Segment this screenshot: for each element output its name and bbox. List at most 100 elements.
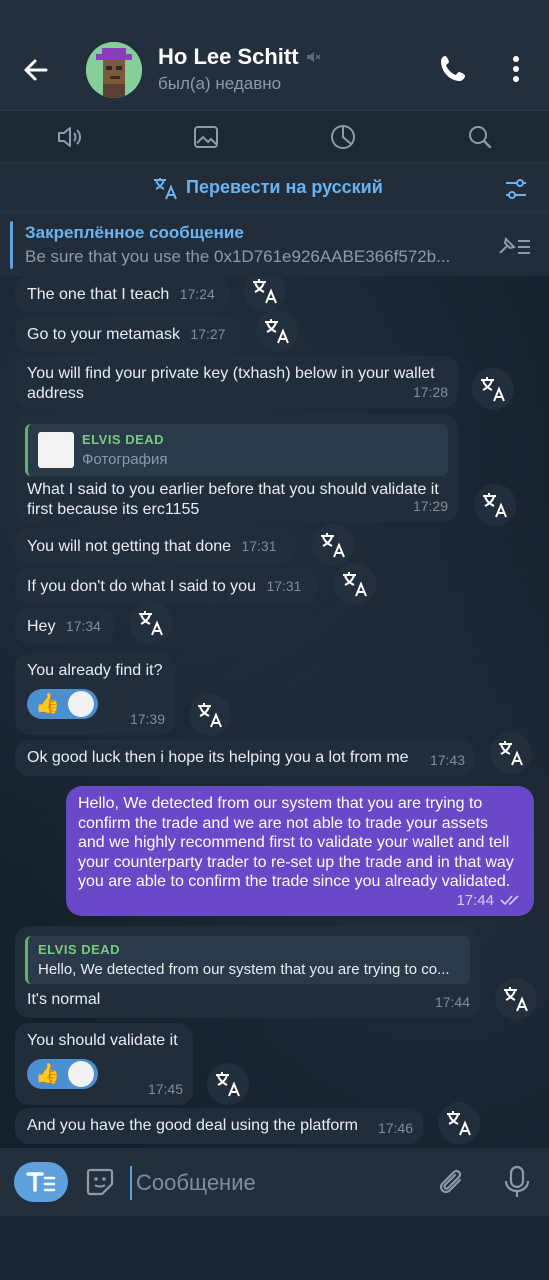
reaction-chip[interactable]: 👍 xyxy=(27,689,98,719)
translate-icon xyxy=(483,493,507,518)
back-arrow-icon[interactable] xyxy=(18,52,54,88)
message-time: 17:39 xyxy=(129,711,165,727)
translate-icon xyxy=(447,1111,471,1136)
incoming-message[interactable]: Hey 17:34 xyxy=(15,608,115,644)
translate-icon xyxy=(481,377,505,402)
translate-icon xyxy=(198,703,222,728)
message-text: Go to your metamask xyxy=(27,326,180,343)
message-time: 17:31 xyxy=(241,538,277,554)
photo-gallery-icon[interactable] xyxy=(192,123,220,151)
photo-thumbnail xyxy=(38,432,74,468)
translate-icon xyxy=(139,611,163,636)
chat-messages[interactable]: The one that I teach 17:24 Go to your me… xyxy=(0,276,549,1148)
incoming-message[interactable]: Go to your metamask 17:27 xyxy=(15,316,241,352)
reply-quote[interactable]: ELVIS DEAD Hello, We detected from our s… xyxy=(25,936,470,984)
message-time: 17:31 xyxy=(266,578,302,594)
message-time: 17:28 xyxy=(412,384,448,400)
message-time: 17:44 xyxy=(456,891,494,909)
chat-title[interactable]: Ho Lee Schitt xyxy=(158,44,321,70)
translate-message-button[interactable] xyxy=(130,602,172,644)
translate-message-button[interactable] xyxy=(312,524,354,566)
message-time: 17:46 xyxy=(377,1120,413,1136)
translate-icon xyxy=(499,741,523,766)
double-check-icon xyxy=(500,895,519,906)
translate-message-button[interactable] xyxy=(495,978,537,1020)
text-format-button[interactable] xyxy=(14,1162,68,1202)
translate-message-button[interactable] xyxy=(472,368,514,410)
contact-name: Ho Lee Schitt xyxy=(158,44,299,69)
message-text: You should validate it xyxy=(27,1032,178,1049)
message-text-line: address xyxy=(27,385,84,402)
message-text: You already find it? xyxy=(27,662,163,679)
message-text-line: first because its erc1155 xyxy=(27,501,200,518)
message-text: If you don't do what I said to you xyxy=(27,578,256,595)
reply-author: ELVIS DEAD xyxy=(38,942,121,957)
microphone-icon[interactable] xyxy=(502,1164,532,1200)
reply-preview: Фотография xyxy=(82,451,168,468)
pinned-text: Be sure that you use the 0x1D761e926AABE… xyxy=(25,247,451,266)
translate-message-button[interactable] xyxy=(189,694,231,736)
incoming-message[interactable]: If you don't do what I said to you 17:31 xyxy=(15,568,318,604)
message-text-line: Hello, We detected from our system that … xyxy=(78,795,483,812)
message-text-line: What I said to you earlier before that y… xyxy=(27,481,439,498)
message-text: Ok good luck then i hope its helping you… xyxy=(27,749,409,766)
muted-speaker-icon xyxy=(306,52,321,62)
message-time: 17:43 xyxy=(429,752,465,768)
incoming-message[interactable]: You already find it? 👍 17:39 xyxy=(15,653,175,735)
reply-quote[interactable]: ELVIS DEAD Фотография xyxy=(25,424,448,476)
translate-icon xyxy=(154,178,177,200)
message-time: 17:27 xyxy=(190,326,226,342)
outgoing-message[interactable]: Hello, We detected from our system that … xyxy=(66,786,534,916)
message-text: Hey xyxy=(27,618,56,635)
message-text: You will not getting that done xyxy=(27,538,232,555)
incoming-message[interactable]: ELVIS DEAD Фотография What I said to you… xyxy=(15,414,458,522)
message-text: And you have the good deal using the pla… xyxy=(27,1117,358,1134)
incoming-message[interactable]: Ok good luck then i hope its helping you… xyxy=(15,740,475,776)
reactor-avatar xyxy=(67,691,94,717)
message-input[interactable] xyxy=(130,1166,410,1200)
incoming-message[interactable]: The one that I teach 17:24 xyxy=(15,276,230,312)
incoming-message[interactable]: You will find your private key (txhash) … xyxy=(15,356,458,408)
reaction-chip[interactable]: 👍 xyxy=(27,1059,98,1089)
pinned-indicator xyxy=(10,221,13,269)
pinned-title: Закреплённое сообщение xyxy=(25,223,244,242)
incoming-message[interactable]: And you have the good deal using the pla… xyxy=(15,1108,423,1144)
phone-call-icon[interactable] xyxy=(436,52,470,86)
translate-message-button[interactable] xyxy=(244,276,286,312)
avatar[interactable] xyxy=(86,42,142,98)
message-text-line: you are able to confirm the trade since … xyxy=(78,873,511,890)
last-seen-status: был(а) недавно xyxy=(158,74,282,93)
message-time: 17:24 xyxy=(179,286,215,302)
message-time: 17:34 xyxy=(65,618,101,634)
shared-media-bar xyxy=(0,110,549,162)
audio-speaker-icon[interactable] xyxy=(55,123,83,151)
app-bar: Ho Lee Schitt был(а) недавно xyxy=(0,0,549,110)
translate-message-button[interactable] xyxy=(490,732,532,774)
translate-icon xyxy=(216,1072,240,1097)
thumbs-up-icon: 👍 xyxy=(35,1063,60,1085)
sticker-emoji-icon[interactable] xyxy=(84,1166,116,1198)
translate-message-button[interactable] xyxy=(334,563,376,605)
reactor-avatar xyxy=(67,1061,94,1087)
translate-message-button[interactable] xyxy=(256,310,298,352)
translate-bar[interactable]: Перевести на русский xyxy=(0,162,549,212)
incoming-message[interactable]: ELVIS DEAD Hello, We detected from our s… xyxy=(15,926,480,1018)
pinned-message-bar[interactable]: Закреплённое сообщение Be sure that you … xyxy=(0,212,549,276)
settings-sliders-icon[interactable] xyxy=(502,175,530,203)
pie-chart-icon[interactable] xyxy=(329,123,357,151)
translate-button-label: Перевести на русский xyxy=(186,177,383,197)
punk-avatar-icon xyxy=(86,42,142,98)
translate-icon xyxy=(265,319,289,344)
message-time: 17:29 xyxy=(412,498,448,514)
message-meta: 17:44 xyxy=(456,891,522,911)
pin-list-icon[interactable] xyxy=(496,231,534,261)
incoming-message[interactable]: You will not getting that done 17:31 xyxy=(15,528,296,564)
more-vertical-icon[interactable] xyxy=(500,52,532,86)
paperclip-icon[interactable] xyxy=(436,1166,468,1200)
translate-message-button[interactable] xyxy=(207,1063,249,1105)
reply-preview: Hello, We detected from our system that … xyxy=(38,961,450,978)
translate-message-button[interactable] xyxy=(438,1102,480,1144)
search-icon[interactable] xyxy=(466,123,494,151)
translate-message-button[interactable] xyxy=(474,484,516,526)
incoming-message[interactable]: You should validate it 👍 17:45 xyxy=(15,1023,193,1105)
